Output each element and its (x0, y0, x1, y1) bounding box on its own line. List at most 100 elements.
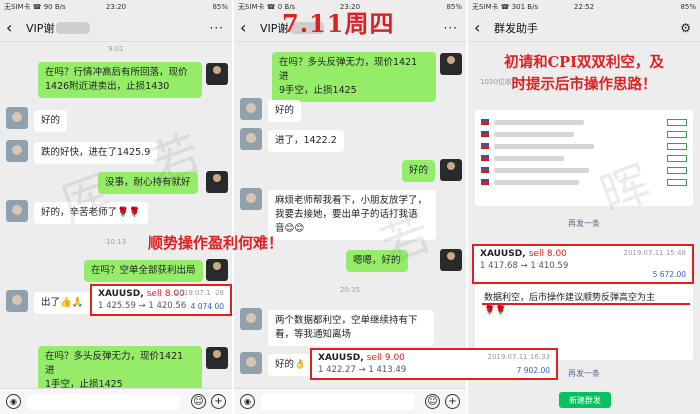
status-battery: 85% (680, 3, 696, 11)
broadcast-title: 群发助手 (494, 21, 538, 35)
message-input[interactable] (27, 393, 180, 410)
status-bar: 无SIM卡 ☎ 301 B/s 22:52 85% (468, 0, 700, 14)
status-chip (667, 130, 687, 138)
chat-panel-1: 无SIM卡 ☎ 90 B/s 23:20 85% ‹ VIP谢 ··· 9:01… (0, 0, 232, 414)
avatar[interactable] (440, 249, 462, 271)
text-line (494, 119, 584, 125)
back-arrow-icon[interactable]: ‹ (6, 18, 22, 37)
trade-time-end: 28 (215, 289, 224, 297)
list-item (475, 128, 693, 140)
back-arrow-icon[interactable]: ‹ (474, 18, 490, 37)
status-bar: 无SIM卡 ☎ 90 B/s 23:20 85% (0, 0, 232, 14)
message-text: 在吗？多头反弹无力，现价1421 进 (279, 57, 418, 82)
avatar[interactable] (440, 159, 462, 181)
message-bubble-received: 两个数据都利空，空单继续持有下 看，等我通知离场 (268, 310, 434, 346)
status-time: 23:20 (105, 3, 127, 11)
annotation-middle: 顺势操作盈利何难！ (148, 234, 284, 252)
message-text: 看，等我通知离场 (275, 329, 352, 340)
trade-profit: 7 902.00 (516, 366, 550, 375)
message-bubble-sent: 在吗？空单全部获利出局 (84, 260, 203, 282)
list-item (475, 140, 693, 152)
broadcast-text-line1: 数据利空，后市操作建议顺势反弹高空为主 (484, 293, 656, 303)
chat-title: VIP谢 (26, 21, 55, 35)
status-chip (667, 118, 687, 126)
status-chip (667, 178, 687, 186)
trade-prices: 1 422.27 → 1 413.49 (318, 365, 407, 375)
avatar[interactable] (240, 188, 262, 210)
avatar[interactable] (206, 171, 228, 193)
message-bubble-received: 好的 (268, 100, 302, 122)
message-text: 9手空，止损1425 (279, 85, 357, 96)
trade-time: 2019.07.1··28 (174, 289, 224, 297)
avatar[interactable] (240, 98, 262, 120)
avatar[interactable] (6, 290, 28, 312)
flag-icon (481, 155, 489, 161)
flag-icon (481, 119, 489, 125)
trade-profit: 4 074 00 (190, 302, 224, 311)
avatar[interactable] (240, 308, 262, 330)
broadcast-message-card (475, 110, 693, 206)
avatar[interactable] (440, 53, 462, 75)
avatar[interactable] (206, 259, 228, 281)
chat-input-bar: ◉ ☺ + (234, 388, 466, 414)
text-line (494, 179, 579, 185)
message-bubble-received: 好的 (34, 110, 68, 132)
message-bubble-received: 进了，1422.2 (268, 130, 344, 152)
message-text: 在吗？行情冲高后有所回落，现价 (45, 67, 188, 78)
trade-symbol-text: XAUUSD (318, 353, 361, 363)
annotation-right: 初请和CPI双双利空，及 时提示后市操作思路！ (468, 52, 700, 96)
voice-icon[interactable]: ◉ (6, 394, 21, 409)
settings-icon[interactable]: ⚙ (680, 21, 692, 35)
flag-icon (481, 131, 489, 137)
avatar[interactable] (6, 200, 28, 222)
emoji-icon[interactable]: ☺ (425, 394, 440, 409)
voice-icon[interactable]: ◉ (240, 394, 255, 409)
chat-input-bar: ◉ ☺ + (0, 388, 232, 414)
avatar[interactable] (206, 63, 228, 85)
trade-card: XAUUSD, sell 8.00 1 417.68 → 1 410.59 20… (472, 244, 694, 284)
flag-icon (481, 143, 489, 149)
avatar[interactable] (6, 140, 28, 162)
message-text: 在吗？多头反弹无力，现价1421 进 (45, 351, 184, 376)
avatar[interactable] (240, 128, 262, 150)
blurred-name (56, 21, 91, 34)
message-bubble-sent: 好的 (402, 160, 436, 182)
more-icon[interactable]: ··· (444, 21, 458, 35)
trade-symbol-text: XAUUSD (480, 249, 523, 259)
message-bubble-sent: 在吗？行情冲高后有所回落，现价 1426附近进卖出，止损1430 (38, 62, 202, 98)
status-chip (667, 142, 687, 150)
annotation-line: 初请和CPI双双利空，及 (504, 54, 664, 71)
status-time: 22:52 (573, 3, 595, 11)
message-input[interactable] (261, 393, 414, 410)
trade-side: sell 9.00 (366, 353, 405, 363)
text-line (494, 143, 594, 149)
more-icon[interactable]: ··· (210, 21, 224, 35)
new-broadcast-button[interactable]: 新建群发 (559, 392, 611, 408)
text-line (494, 155, 564, 161)
flag-icon (481, 179, 489, 185)
text-line (494, 131, 574, 137)
avatar[interactable] (6, 107, 28, 129)
avatar[interactable] (206, 347, 228, 369)
message-bubble-received: 好的👌 (268, 354, 313, 376)
message-text: 1426附近进卖出，止损1430 (45, 81, 170, 92)
status-left: 无SIM卡 ☎ 90 B/s (4, 3, 66, 11)
status-chip (667, 166, 687, 174)
list-item (475, 152, 693, 164)
timestamp: 9:01 (108, 45, 124, 53)
back-arrow-icon[interactable]: ‹ (240, 18, 256, 37)
trade-profit: 5 672.00 (652, 270, 686, 279)
flag-icon (481, 167, 489, 173)
broadcast-text-line2: 🌹🌹 (484, 306, 507, 316)
plus-icon[interactable]: + (445, 394, 460, 409)
plus-icon[interactable]: + (211, 394, 226, 409)
emoji-icon[interactable]: ☺ (191, 394, 206, 409)
send-again-link-1[interactable]: 再发一条 (468, 218, 700, 229)
message-text: 两个数据都利空，空单继续持有下 (275, 315, 418, 326)
message-bubble-sent: 在吗？多头反弹无力，现价1421 进 9手空，止损1425 (272, 52, 436, 102)
trade-symbol-text: XAUUSD (98, 289, 141, 299)
avatar[interactable] (240, 352, 262, 374)
trade-card: XAUUSD, sell 9.00 1 422.27 → 1 413.49 20… (310, 348, 558, 380)
red-underline (482, 303, 690, 305)
trade-card: XAUUSD, sell 8.00 1 425.59 → 1 420.56 20… (90, 284, 232, 316)
